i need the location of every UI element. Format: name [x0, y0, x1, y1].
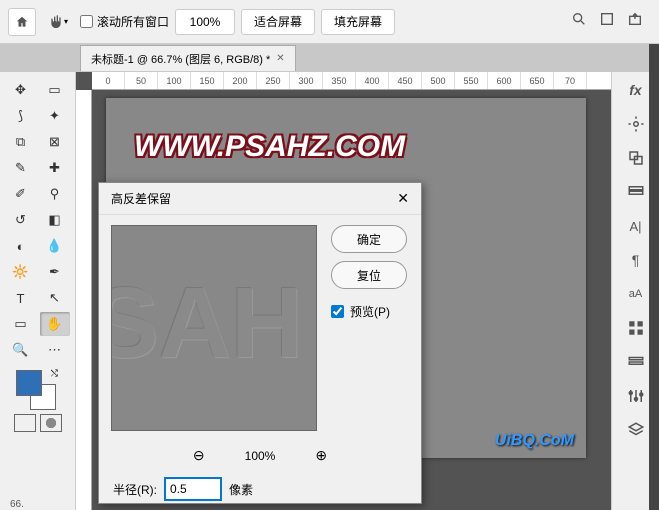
brush-settings-icon[interactable] [626, 114, 646, 134]
foreground-color[interactable] [16, 370, 42, 396]
close-icon[interactable]: ✕ [276, 53, 284, 64]
high-pass-dialog: 高反差保留 ✕ SAH 确定 复位 预览(P) ⊖ 100% ⊕ 半径(R): … [98, 182, 422, 504]
close-button[interactable]: ✕ [397, 190, 409, 207]
brush-tool[interactable]: ✐ [6, 182, 36, 206]
document-tab-bar: 未标题-1 @ 66.7% (图层 6, RGB/8) * ✕ [0, 44, 659, 72]
quick-mask-mode[interactable] [40, 414, 62, 432]
search-icon[interactable] [571, 11, 587, 32]
magic-wand-tool[interactable]: ✦ [40, 104, 70, 128]
watermark-bottom: UiBQ.CoM [495, 432, 574, 450]
marquee-tool[interactable]: ▭ [40, 78, 70, 102]
share-icon[interactable] [627, 11, 643, 32]
fx-panel-icon[interactable]: fx [626, 80, 646, 100]
preview-checkbox[interactable]: 预览(P) [331, 303, 407, 320]
dodge-tool[interactable]: 🔆 [6, 260, 36, 284]
zoom-level-input[interactable]: 100% [175, 9, 235, 35]
swap-colors-icon[interactable]: ⤭ [51, 368, 58, 379]
color-swatch[interactable]: ⤭ [16, 370, 56, 410]
horizontal-ruler: 050100 150200250 300350400 450500550 600… [92, 72, 611, 90]
gradient-tool[interactable]: ◐ [6, 234, 36, 258]
options-bar: ▾ 滚动所有窗口 100% 适合屏幕 填充屏幕 [0, 0, 659, 44]
home-button[interactable] [8, 8, 36, 36]
crop-tool[interactable]: ⧉ [6, 130, 36, 154]
history-panel-icon[interactable] [626, 182, 646, 202]
hand-icon[interactable]: ▾ [42, 8, 74, 36]
blur-tool[interactable]: 💧 [40, 234, 70, 258]
more-tools[interactable]: ⋯ [40, 338, 70, 362]
character-panel-icon[interactable]: A| [626, 216, 646, 236]
preview-zoom: 100% [245, 449, 276, 463]
pen-tool[interactable]: ✒ [40, 260, 70, 284]
toolbox: ✥ ▭ ⟆ ✦ ⧉ ⊠ ✎ ✚ ✐ ⚲ ↺ ◧ ◐ 💧 🔆 ✒ T ↖ ▭ ✋ … [0, 72, 76, 510]
ok-button[interactable]: 确定 [331, 225, 407, 253]
hand-tool[interactable]: ✋ [40, 312, 70, 336]
document-tab[interactable]: 未标题-1 @ 66.7% (图层 6, RGB/8) * ✕ [80, 45, 296, 71]
panel-collapse-bar[interactable] [649, 44, 659, 510]
swatches-panel-icon[interactable] [626, 318, 646, 338]
glyphs-panel-icon[interactable]: aA [626, 284, 646, 304]
radius-label: 半径(R): [113, 481, 157, 498]
paragraph-panel-icon[interactable]: ¶ [626, 250, 646, 270]
adjustments-panel-icon[interactable] [626, 386, 646, 406]
vertical-ruler [76, 90, 92, 510]
type-tool[interactable]: T [6, 286, 36, 310]
preview-label: 预览(P) [350, 303, 390, 320]
zoom-out-icon[interactable]: ⊖ [193, 447, 205, 464]
scroll-all-checkbox[interactable]: 滚动所有窗口 [80, 13, 169, 30]
fill-screen-button[interactable]: 填充屏幕 [321, 9, 395, 35]
history-brush-tool[interactable]: ↺ [6, 208, 36, 232]
eraser-tool[interactable]: ◧ [40, 208, 70, 232]
move-tool[interactable]: ✥ [6, 78, 36, 102]
path-select-tool[interactable]: ↖ [40, 286, 70, 310]
scroll-all-label: 滚动所有窗口 [97, 13, 169, 30]
watermark-text: WWW.PSAHZ.COM [134, 130, 405, 164]
lasso-tool[interactable]: ⟆ [6, 104, 36, 128]
layers-panel-icon[interactable] [626, 420, 646, 440]
clone-source-icon[interactable] [626, 148, 646, 168]
zoom-in-icon[interactable]: ⊕ [315, 447, 327, 464]
styles-panel-icon[interactable] [626, 352, 646, 372]
zoom-tool[interactable]: 🔍 [6, 338, 36, 362]
tab-title: 未标题-1 @ 66.7% (图层 6, RGB/8) * [91, 51, 270, 67]
reset-button[interactable]: 复位 [331, 261, 407, 289]
rectangle-tool[interactable]: ▭ [6, 312, 36, 336]
frame-tool[interactable]: ⊠ [40, 130, 70, 154]
frame-icon[interactable] [599, 11, 615, 32]
standard-mode[interactable] [14, 414, 36, 432]
filter-preview[interactable]: SAH [111, 225, 317, 431]
status-zoom: 66. [10, 499, 24, 510]
dialog-title: 高反差保留 [111, 190, 171, 207]
preview-content: SAH [111, 266, 303, 381]
fit-screen-button[interactable]: 适合屏幕 [241, 9, 315, 35]
radius-unit: 像素 [229, 481, 253, 498]
eyedropper-tool[interactable]: ✎ [6, 156, 36, 180]
radius-input[interactable] [165, 478, 221, 500]
clone-stamp-tool[interactable]: ⚲ [40, 182, 70, 206]
healing-brush-tool[interactable]: ✚ [40, 156, 70, 180]
